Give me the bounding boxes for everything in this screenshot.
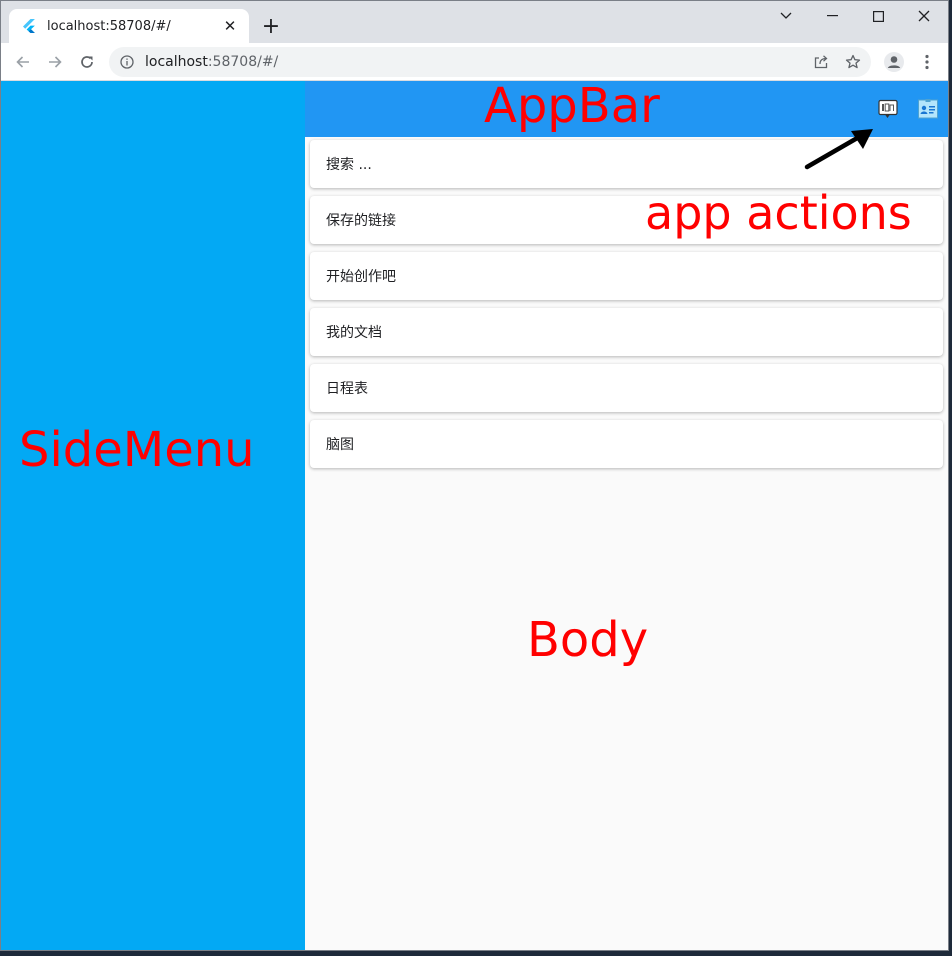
address-bar[interactable]: localhost:58708/#/ [109, 47, 871, 77]
browser-toolbar: localhost:58708/#/ [1, 43, 948, 81]
bookmark-star-icon[interactable] [841, 50, 865, 74]
annotation-sidemenu: SideMenu [19, 422, 255, 478]
annotation-appbar: AppBar [484, 78, 660, 134]
maximize-button[interactable] [855, 1, 901, 31]
url-host: localhost [145, 54, 208, 70]
share-icon[interactable] [809, 50, 833, 74]
body-area: 搜索 ... 保存的链接 开始创作吧 我的文档 日程表 脑图 [305, 137, 948, 950]
annotation-app-actions: app actions [645, 186, 912, 240]
browser-window: localhost:58708/#/ ✕ + localhost:58708/#… [0, 0, 949, 951]
tab-search-chevron-icon[interactable] [763, 1, 809, 31]
menu-item-label: 脑图 [326, 437, 354, 453]
close-window-button[interactable] [901, 1, 947, 31]
menu-item-label: 日程表 [326, 381, 368, 397]
menu-item-label: 搜索 ... [326, 157, 372, 173]
menu-item-mind-map[interactable]: 脑图 [310, 420, 943, 468]
back-button[interactable] [9, 48, 37, 76]
menu-item-label: 保存的链接 [326, 213, 396, 229]
menu-item-label: 开始创作吧 [326, 269, 396, 285]
forward-button[interactable] [41, 48, 69, 76]
annotation-body: Body [527, 612, 649, 668]
minimize-button[interactable] [809, 1, 855, 31]
side-menu [1, 81, 305, 950]
browser-menu-icon[interactable] [913, 48, 941, 76]
language-icon[interactable] [878, 99, 898, 119]
contact-card-icon[interactable] [918, 99, 938, 119]
reload-button[interactable] [73, 48, 101, 76]
profile-avatar[interactable] [880, 48, 908, 76]
url-path: :58708/#/ [207, 54, 279, 70]
new-tab-button[interactable]: + [259, 14, 283, 39]
flutter-favicon-icon [21, 18, 37, 34]
menu-item-my-documents[interactable]: 我的文档 [310, 308, 943, 356]
tab-close-icon[interactable]: ✕ [221, 17, 239, 35]
url-text: localhost:58708/#/ [145, 54, 278, 70]
tab-strip: localhost:58708/#/ ✕ + [1, 1, 948, 43]
menu-item-start-creating[interactable]: 开始创作吧 [310, 252, 943, 300]
annotation-arrow-icon [804, 129, 873, 170]
menu-item-schedule[interactable]: 日程表 [310, 364, 943, 412]
browser-tab[interactable]: localhost:58708/#/ ✕ [9, 9, 249, 43]
site-info-icon[interactable] [119, 54, 135, 70]
tab-title: localhost:58708/#/ [47, 18, 171, 34]
menu-item-label: 我的文档 [326, 325, 382, 341]
